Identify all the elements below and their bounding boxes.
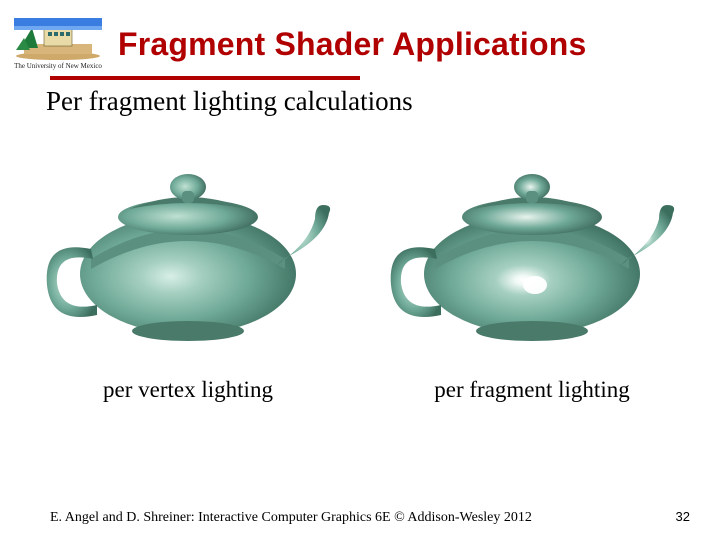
teapot-fragment-image — [377, 139, 687, 349]
logo-box: The University of New Mexico — [8, 18, 108, 70]
teapot-icon — [33, 139, 343, 349]
teapot-vertex-image — [33, 139, 343, 349]
slide-footer: E. Angel and D. Shreiner: Interactive Co… — [0, 509, 720, 526]
slide-title: Fragment Shader Applications — [118, 26, 587, 63]
figure-row: per vertex lighting — [0, 139, 720, 403]
teapot-icon — [377, 139, 687, 349]
footer-credit: E. Angel and D. Shreiner: Interactive Co… — [50, 510, 532, 526]
unm-logo-icon — [14, 18, 102, 60]
figure-left: per vertex lighting — [33, 139, 343, 403]
slide-header: The University of New Mexico Fragment Sh… — [0, 0, 720, 70]
figure-right: per fragment lighting — [377, 139, 687, 403]
title-underline — [50, 76, 360, 80]
logo-caption: The University of New Mexico — [8, 62, 108, 70]
page-number: 32 — [676, 509, 690, 524]
caption-left: per vertex lighting — [33, 377, 343, 403]
subtitle: Per fragment lighting calculations — [46, 86, 720, 117]
caption-right: per fragment lighting — [377, 377, 687, 403]
